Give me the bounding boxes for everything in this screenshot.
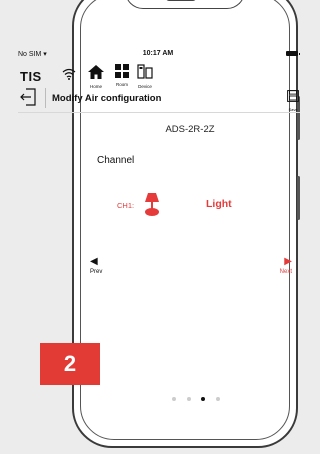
status-bar: No SIM ▾ 10:17 AM (18, 50, 300, 60)
prev-label: Prev (90, 269, 103, 275)
carrier-status: No SIM ▾ (18, 51, 47, 58)
exit-icon[interactable] (20, 88, 36, 106)
device-name: ADS-2R-2Z (165, 124, 215, 135)
tis-logo: TIS (20, 69, 42, 84)
save-icon (287, 90, 299, 102)
page-indicator (78, 390, 314, 408)
channel-value[interactable]: Light (206, 198, 232, 210)
room-grid-icon (112, 64, 132, 82)
page-dot[interactable] (186, 396, 191, 401)
status-time: 10:17 AM (142, 50, 174, 57)
nav-room[interactable]: Room (112, 64, 132, 87)
wifi-icon[interactable] (62, 67, 76, 83)
speaker-icon (166, 0, 196, 1)
page-dot[interactable] (172, 396, 177, 401)
device-icon (135, 64, 155, 84)
page-dot-active[interactable] (200, 396, 206, 402)
header-divider (45, 88, 46, 108)
power-button (297, 176, 300, 220)
next-arrow-icon: ▶ (284, 256, 292, 267)
page-header: Modify Air configuration Save (18, 86, 300, 113)
step-badge: 2 (40, 343, 100, 385)
home-icon (86, 64, 106, 84)
prev-button[interactable]: ◀ Prev (90, 256, 114, 275)
phone-notch (125, 0, 245, 9)
save-button[interactable]: Save (286, 89, 300, 112)
channel-label: CH1: (117, 201, 135, 210)
next-label: Next (279, 269, 292, 275)
battery-icon (286, 51, 300, 56)
lamp-icon[interactable] (142, 192, 162, 218)
next-button[interactable]: ▶ Next (268, 256, 292, 275)
prev-arrow-icon: ◀ (90, 256, 98, 267)
page-dot[interactable] (215, 396, 220, 401)
wifi-status-icon: ▾ (43, 51, 47, 58)
page-title: Modify Air configuration (52, 93, 162, 104)
channel-heading: Channel (97, 155, 135, 166)
save-label: Save (288, 107, 298, 112)
